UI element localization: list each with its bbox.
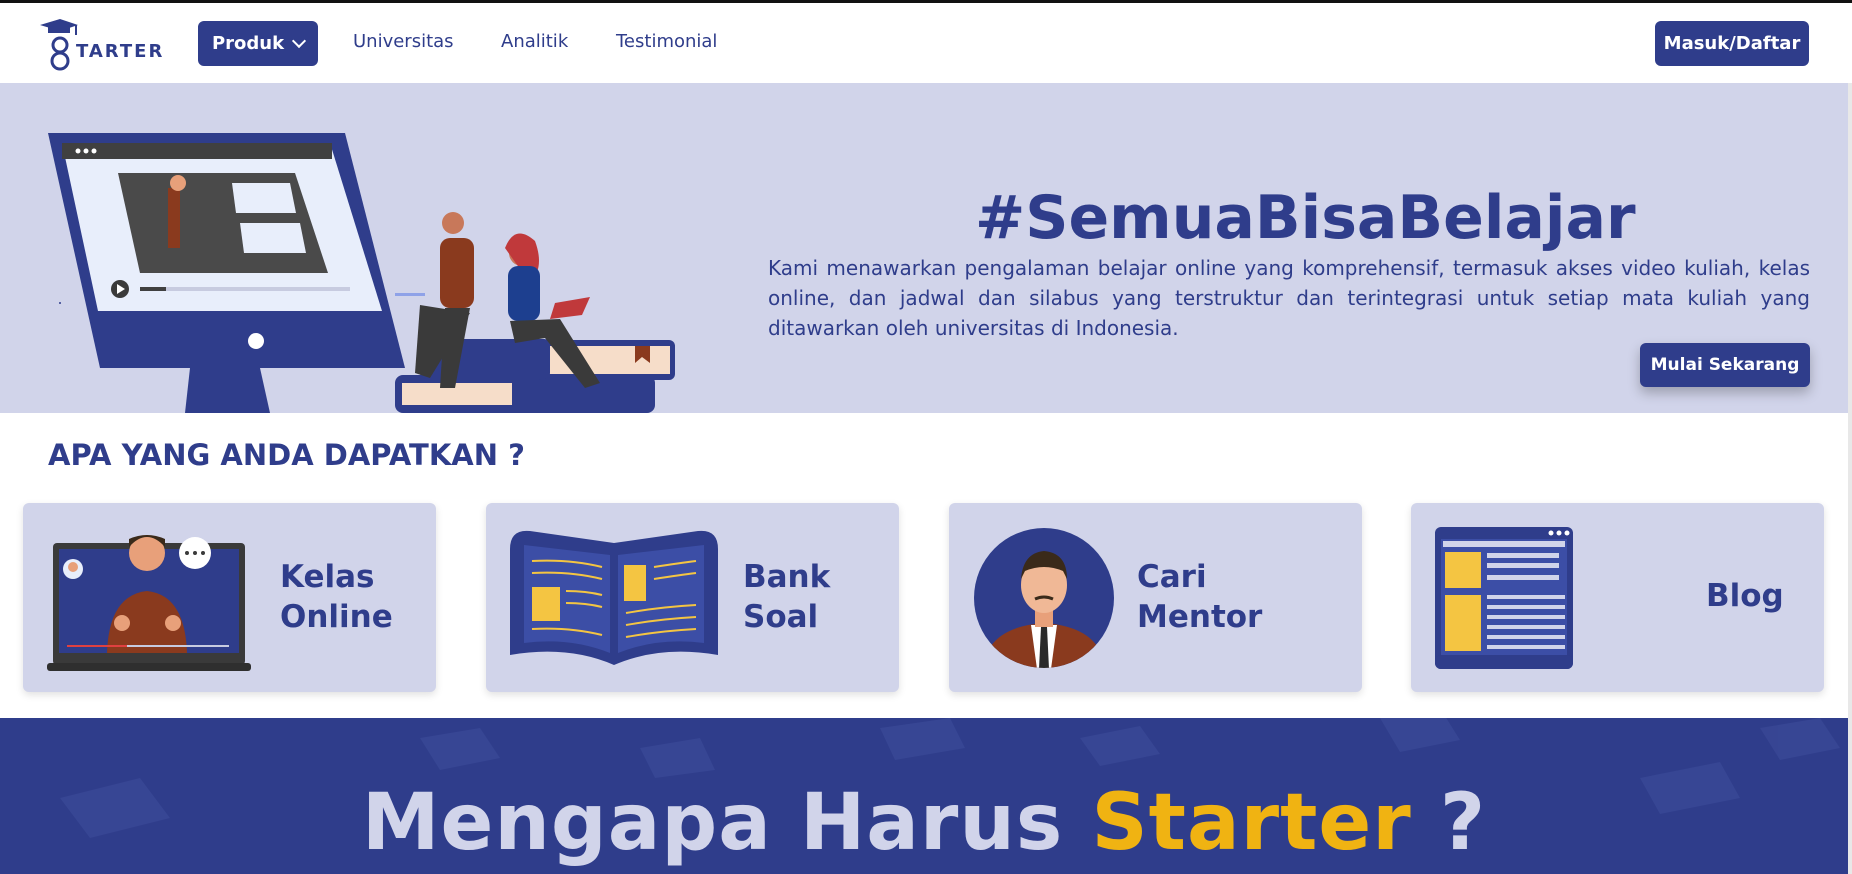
card-label-cari-mentor: Cari Mentor	[1137, 557, 1307, 637]
starter-logo[interactable]: TARTER	[38, 19, 168, 71]
card-label-line1: Bank	[743, 559, 831, 595]
card-label-line1: Blog	[1706, 578, 1784, 614]
why-title-suffix: ?	[1411, 778, 1487, 868]
card-blog[interactable]: Blog	[1411, 503, 1824, 692]
nav-analitik[interactable]: Analitik	[501, 31, 568, 52]
card-label-bank-soal: Bank Soal	[743, 557, 899, 637]
online-class-icon	[47, 535, 251, 671]
hero-description: Kami menawarkan pengalaman belajar onlin…	[768, 256, 1810, 340]
nav-produk-dropdown[interactable]: Produk	[198, 21, 318, 66]
card-bank-soal[interactable]: Bank Soal	[486, 503, 899, 692]
page-scrollbar[interactable]	[1848, 83, 1852, 874]
card-label-kelas-online: Kelas Online	[280, 557, 436, 637]
card-label-blog: Blog	[1706, 576, 1824, 616]
nav-testimonial[interactable]: Testimonial	[616, 31, 717, 52]
start-now-button[interactable]: Mulai Sekarang	[1640, 343, 1810, 387]
nav-universitas[interactable]: Universitas	[353, 31, 454, 52]
chevron-down-icon	[291, 33, 307, 48]
card-cari-mentor[interactable]: Cari Mentor	[949, 503, 1362, 692]
card-label-line2: Soal	[743, 599, 819, 635]
benefits-heading: APA YANG ANDA DAPATKAN ?	[48, 438, 525, 472]
hero-title: #SemuaBisaBelajar	[975, 183, 1636, 253]
why-starter-section: Mengapa Harus Starter ?	[0, 718, 1848, 874]
nav-produk-label: Produk	[211, 33, 285, 54]
blog-page-icon	[1435, 527, 1573, 669]
card-kelas-online[interactable]: Kelas Online	[23, 503, 436, 692]
login-register-button[interactable]: Masuk/Daftar	[1655, 21, 1809, 66]
mentor-avatar-icon	[974, 528, 1114, 668]
hero-illustration	[48, 133, 675, 413]
card-label-line1: Cari	[1137, 559, 1207, 595]
card-label-line2: Online	[280, 599, 393, 635]
graduation-cap-icon	[40, 19, 78, 71]
card-label-line1: Kelas	[280, 559, 375, 595]
open-book-icon	[510, 530, 718, 665]
hero-section: #SemuaBisaBelajar Kami menawarkan pengal…	[0, 83, 1848, 413]
why-title-accent: Starter	[1091, 778, 1412, 868]
logo-text: TARTER	[76, 41, 165, 62]
card-label-line2: Mentor	[1137, 599, 1263, 635]
why-title-prefix: Mengapa Harus	[361, 778, 1092, 868]
navbar: TARTER Produk Universitas Analitik Testi…	[0, 3, 1852, 83]
why-starter-title: Mengapa Harus Starter ?	[0, 778, 1848, 868]
